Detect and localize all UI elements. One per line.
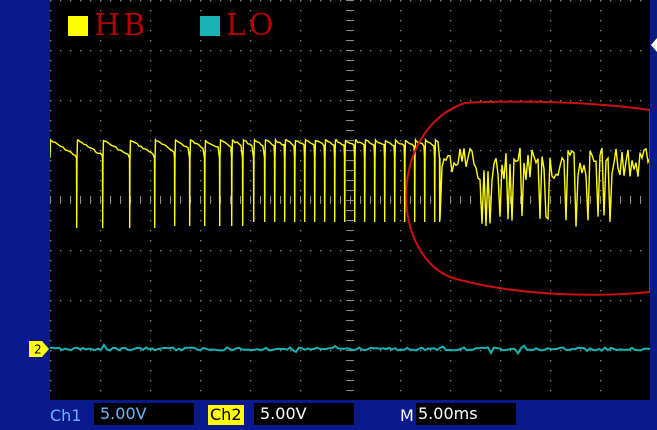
waveform-display (50, 0, 650, 392)
legend-item-lo: LO (200, 10, 277, 42)
ch2-marker-label: 2 (34, 343, 42, 357)
ch1-label: Ch1 (50, 406, 82, 425)
legend-label-lo: LO (226, 8, 277, 43)
hb-waveform-trace (50, 137, 650, 229)
ch2-scale-value: 5.00V (254, 403, 354, 425)
ch1-scale-value: 5.00V (94, 403, 194, 425)
scope-screen: HB LO (50, 0, 650, 400)
lo-waveform-trace (50, 343, 650, 356)
timebase-label: M (400, 406, 414, 425)
ch2-ground-marker: 2 (29, 341, 49, 357)
ch2-label: Ch2 (208, 405, 244, 425)
oscilloscope-frame: HB LO 2 Ch1 5.00V Ch2 5.00V M 5.00ms (0, 0, 657, 430)
legend-item-hb: HB (68, 10, 148, 42)
timebase-value: 5.00ms (416, 403, 516, 425)
hb-color-swatch (68, 16, 88, 36)
grid (50, 0, 642, 392)
lo-color-swatch (200, 16, 220, 36)
annotation-circle (405, 100, 650, 296)
status-bar: Ch1 5.00V Ch2 5.00V M 5.00ms (0, 400, 657, 430)
legend-label-hb: HB (94, 8, 149, 43)
trigger-level-marker (651, 38, 657, 52)
